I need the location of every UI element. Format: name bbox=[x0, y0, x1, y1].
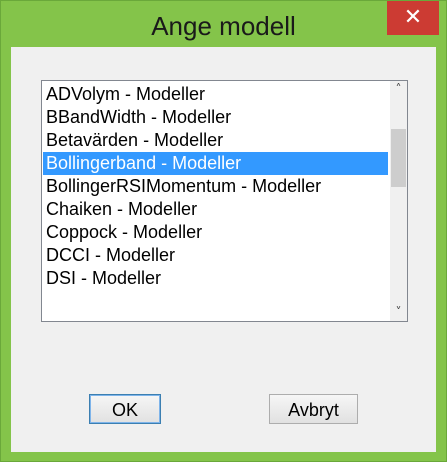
list-item[interactable]: BBandWidth - Modeller bbox=[43, 106, 388, 129]
cancel-button[interactable]: Avbryt bbox=[269, 394, 358, 424]
list-item[interactable]: DCCI - Modeller bbox=[43, 244, 388, 267]
list-item[interactable]: Bollingerband - Modeller bbox=[43, 152, 388, 175]
scroll-thumb[interactable] bbox=[391, 129, 406, 187]
chevron-down-icon[interactable]: ˅ bbox=[390, 304, 407, 321]
ok-button[interactable]: OK bbox=[89, 394, 161, 424]
model-list: ADVolym - Modeller BBandWidth - Modeller B… bbox=[43, 83, 388, 290]
list-item[interactable]: Coppock - Modeller bbox=[43, 221, 388, 244]
title-bar[interactable]: Ange modell ✕ bbox=[1, 1, 446, 41]
close-button[interactable]: ✕ bbox=[387, 1, 439, 35]
chevron-up-icon[interactable]: ˄ bbox=[390, 81, 407, 98]
list-item[interactable]: DSI - Modeller bbox=[43, 267, 388, 290]
dialog-body: ADVolym - Modeller BBandWidth - Modeller B… bbox=[11, 47, 436, 452]
list-item[interactable]: BollingerRSIMomentum - Modeller bbox=[43, 175, 388, 198]
close-icon: ✕ bbox=[403, 5, 423, 30]
list-item[interactable]: ADVolym - Modeller bbox=[43, 83, 388, 106]
dialog-window: Ange modell ✕ ADVolym - Modeller BBandWid… bbox=[0, 0, 447, 462]
model-listbox[interactable]: ADVolym - Modeller BBandWidth - Modeller B… bbox=[41, 80, 408, 322]
list-item[interactable]: Chaiken - Modeller bbox=[43, 198, 388, 221]
dialog-title: Ange modell bbox=[151, 11, 296, 41]
vertical-scrollbar[interactable]: ˄ ˅ bbox=[390, 81, 407, 321]
list-item[interactable]: Betavärden - Modeller bbox=[43, 129, 388, 152]
